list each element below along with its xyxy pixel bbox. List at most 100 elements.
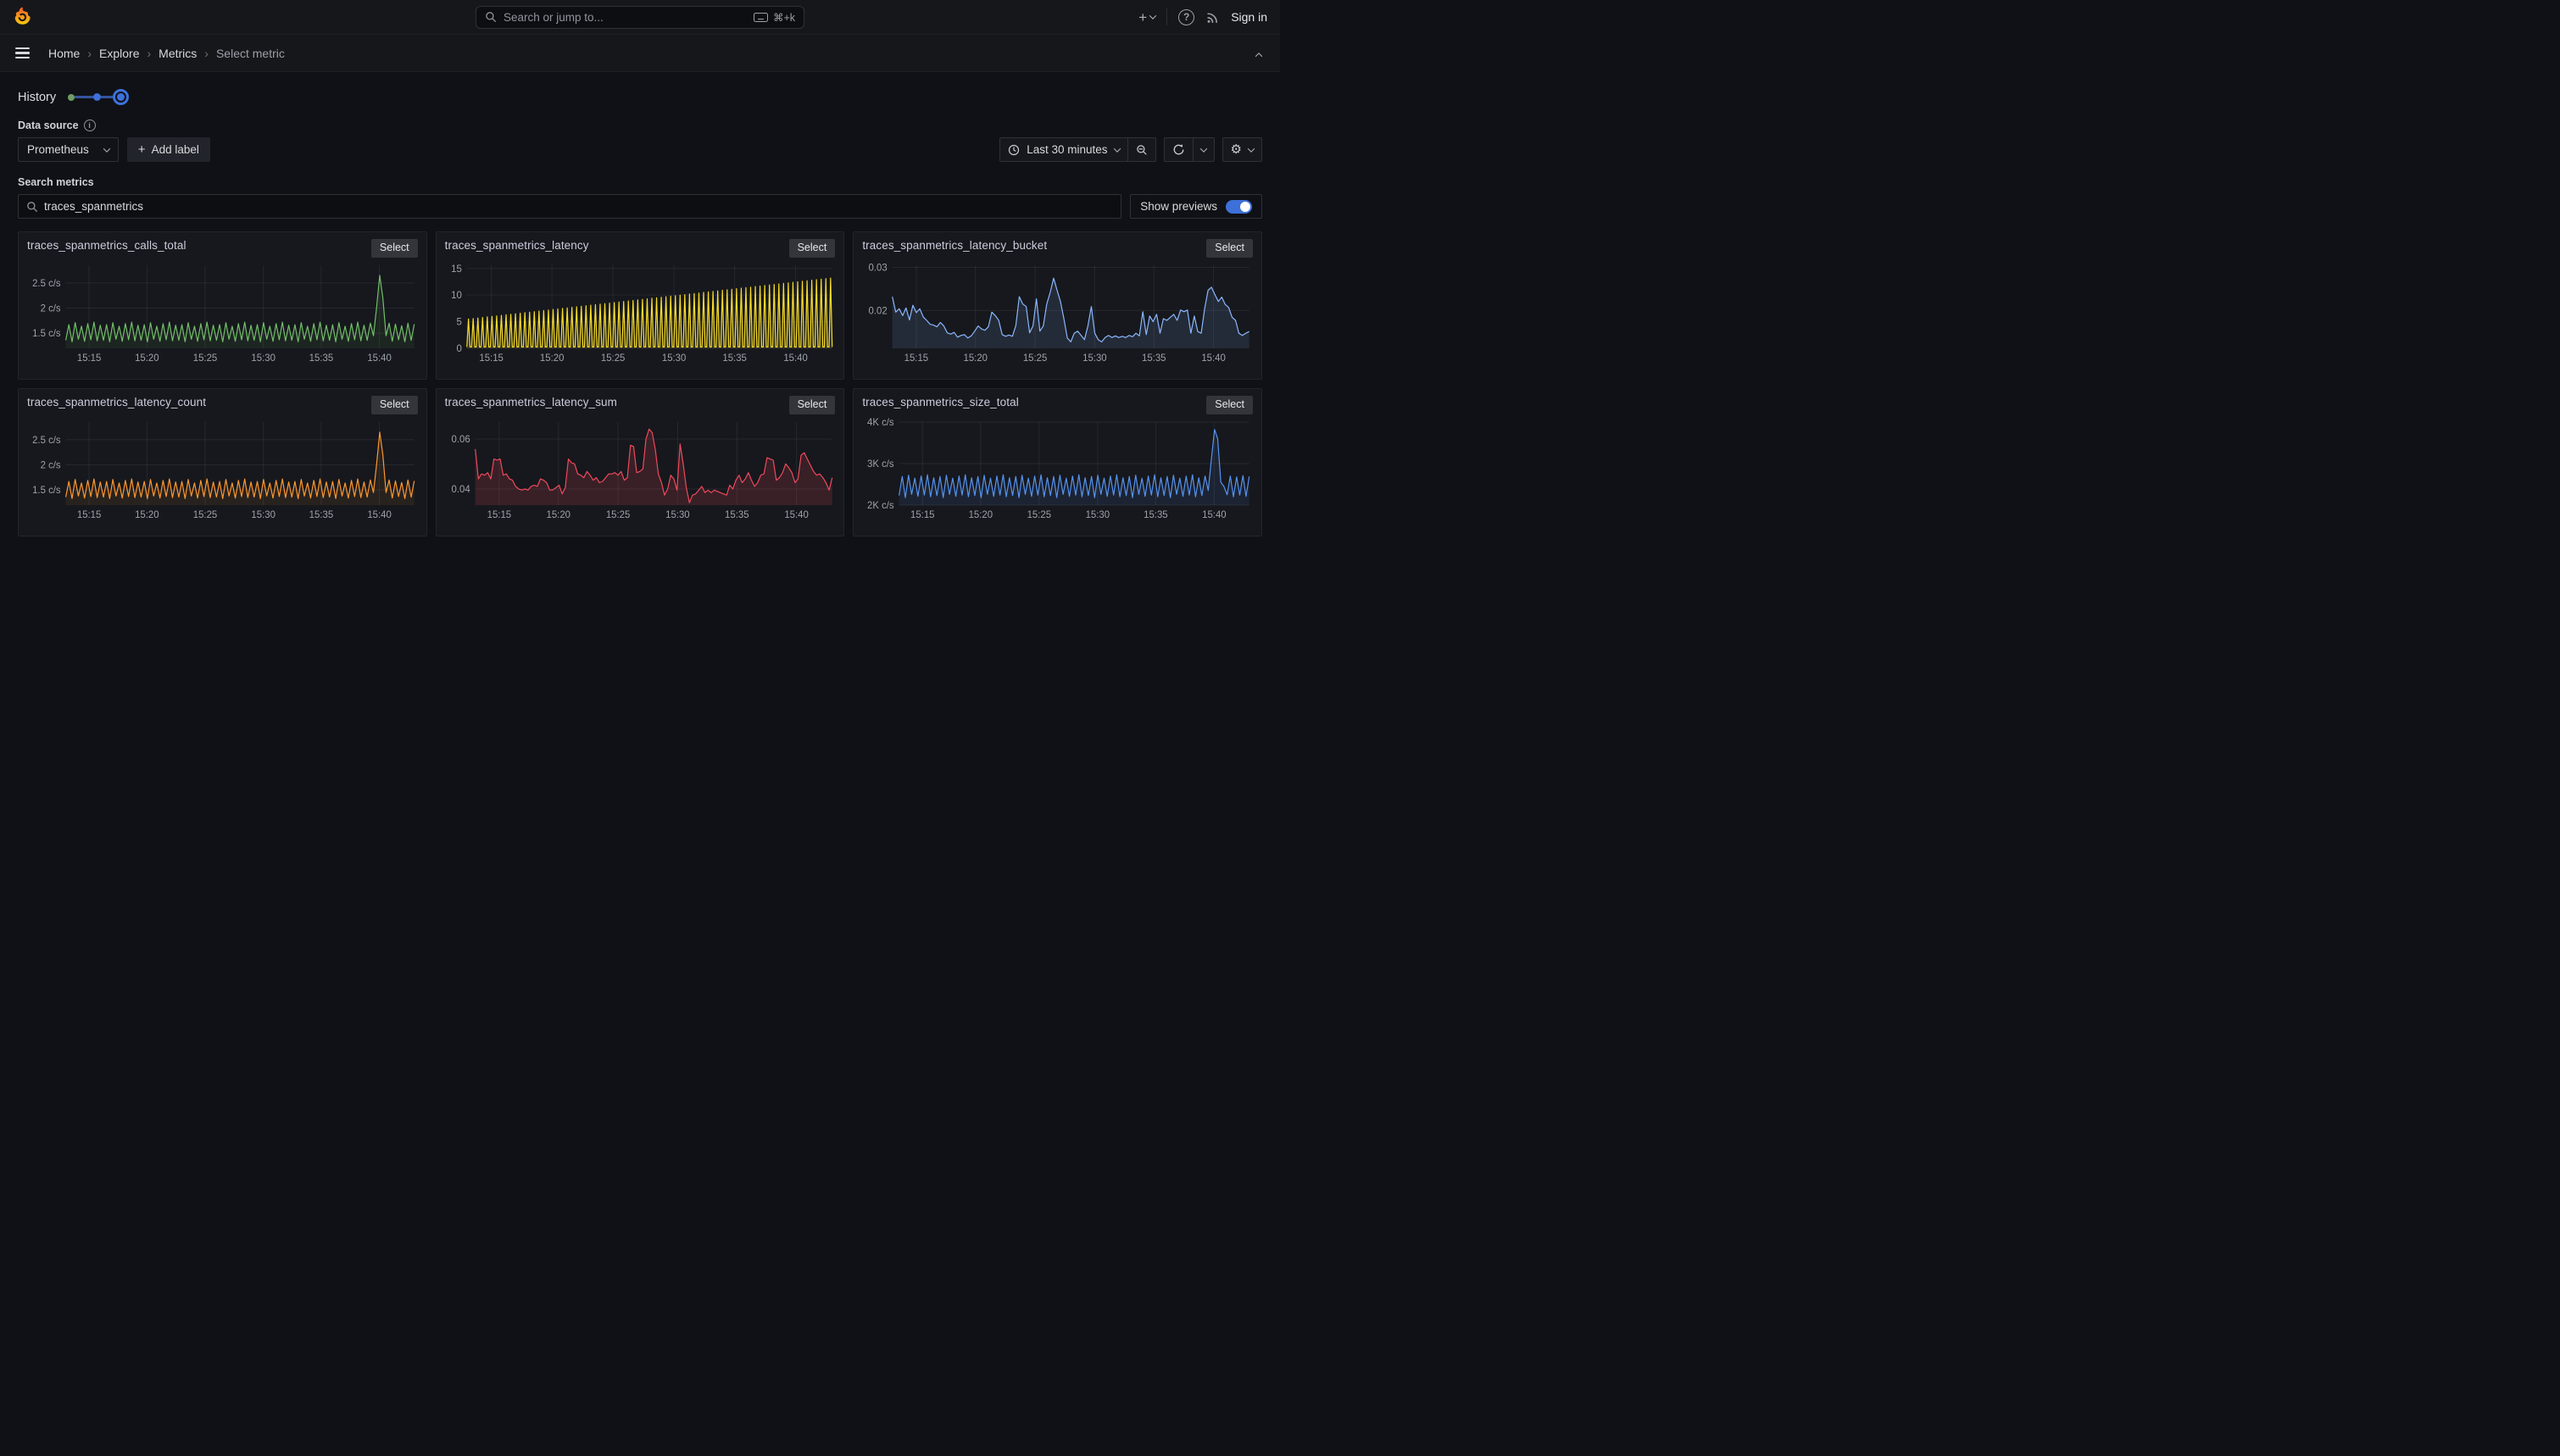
metric-panel: traces_spanmetrics_latency_sum Select 15…	[436, 388, 845, 536]
svg-text:15:15: 15:15	[904, 353, 928, 364]
plus-icon: +	[138, 143, 146, 156]
topbar: Search or jump to... ⌘+k + ? Sign in	[0, 0, 1280, 34]
rss-icon	[1205, 10, 1220, 25]
svg-text:15:35: 15:35	[722, 353, 746, 364]
svg-text:15:30: 15:30	[665, 510, 689, 520]
metric-panel: traces_spanmetrics_size_total Select 15:…	[853, 388, 1262, 536]
zoom-out-button[interactable]	[1128, 137, 1156, 162]
svg-text:15:35: 15:35	[725, 510, 749, 520]
panel-grid: traces_spanmetrics_calls_total Select 15…	[18, 231, 1262, 536]
breadcrumb-metrics[interactable]: Metrics	[159, 47, 197, 60]
metric-panel: traces_spanmetrics_latency Select 15:151…	[436, 231, 845, 380]
time-controls: Last 30 minutes	[999, 137, 1155, 162]
menu-toggle-icon[interactable]	[12, 44, 33, 63]
show-previews-toggle[interactable]	[1226, 200, 1252, 214]
select-button[interactable]: Select	[1206, 396, 1253, 414]
svg-text:0: 0	[456, 344, 461, 354]
svg-text:15:15: 15:15	[487, 510, 510, 520]
chevron-down-icon	[1113, 145, 1120, 152]
svg-text:15:20: 15:20	[540, 353, 564, 364]
svg-text:15:40: 15:40	[1202, 353, 1226, 364]
metric-preview-chart: 15:1515:2015:2515:3015:3515:401.5 c/s2 c…	[27, 260, 418, 370]
svg-text:15:15: 15:15	[479, 353, 503, 364]
svg-text:1.5 c/s: 1.5 c/s	[32, 486, 61, 496]
select-button[interactable]: Select	[371, 239, 418, 258]
select-button[interactable]: Select	[789, 239, 836, 258]
svg-text:0.02: 0.02	[869, 306, 888, 316]
svg-text:15:40: 15:40	[367, 510, 391, 520]
help-button[interactable]: ?	[1178, 9, 1194, 25]
info-icon[interactable]: i	[84, 119, 96, 131]
svg-text:2.5 c/s: 2.5 c/s	[32, 278, 61, 288]
svg-text:2K c/s: 2K c/s	[867, 501, 894, 511]
breadcrumb-home[interactable]: Home	[48, 47, 80, 60]
new-button[interactable]: +	[1138, 10, 1155, 25]
breadcrumb-explore[interactable]: Explore	[99, 47, 139, 60]
shortcut-hint: ⌘+k	[754, 11, 795, 24]
select-button[interactable]: Select	[1206, 239, 1253, 258]
add-label-button[interactable]: + Add label	[127, 137, 210, 162]
svg-text:15:40: 15:40	[367, 353, 391, 364]
plus-icon: +	[1138, 10, 1147, 25]
select-button[interactable]: Select	[371, 396, 418, 414]
metric-preview-chart: 15:1515:2015:2515:3015:3515:40051015	[445, 260, 836, 370]
history-row: History	[18, 89, 1262, 105]
svg-text:15:30: 15:30	[251, 353, 275, 364]
chevron-down-icon	[103, 145, 110, 152]
svg-text:15:40: 15:40	[784, 510, 808, 520]
grafana-logo[interactable]	[13, 6, 33, 28]
metric-preview-chart: 15:1515:2015:2515:3015:3515:402K c/s3K c…	[862, 417, 1253, 527]
svg-text:15:25: 15:25	[193, 353, 217, 364]
svg-text:1.5 c/s: 1.5 c/s	[32, 329, 61, 339]
svg-text:15:15: 15:15	[77, 510, 101, 520]
svg-text:15:40: 15:40	[1202, 510, 1226, 520]
svg-text:15:25: 15:25	[1023, 353, 1047, 364]
search-metrics-input[interactable]	[44, 200, 1113, 213]
divider	[1166, 8, 1167, 25]
panel-title: traces_spanmetrics_calls_total	[27, 239, 186, 252]
breadcrumb-current: Select metric	[216, 47, 285, 60]
global-search-bar[interactable]: Search or jump to... ⌘+k	[476, 6, 804, 29]
svg-text:10: 10	[451, 291, 462, 301]
svg-text:15:25: 15:25	[605, 510, 629, 520]
keyboard-icon	[754, 13, 768, 22]
svg-text:15:30: 15:30	[1086, 510, 1110, 520]
svg-text:15:35: 15:35	[309, 353, 333, 364]
svg-text:15:20: 15:20	[135, 510, 159, 520]
svg-text:15:30: 15:30	[251, 510, 275, 520]
news-button[interactable]	[1205, 10, 1220, 25]
svg-text:5: 5	[456, 317, 461, 327]
metric-panel: traces_spanmetrics_latency_bucket Select…	[853, 231, 1262, 380]
search-icon	[485, 11, 497, 23]
history-timeline[interactable]	[68, 89, 129, 105]
history-label: History	[18, 91, 56, 104]
show-previews-control: Show previews	[1130, 194, 1262, 219]
history-step-icon[interactable]	[93, 93, 101, 101]
history-current-step-icon[interactable]	[113, 89, 129, 105]
signin-button[interactable]: Sign in	[1231, 10, 1267, 24]
svg-text:2.5 c/s: 2.5 c/s	[32, 435, 61, 445]
svg-text:15:20: 15:20	[964, 353, 988, 364]
svg-text:15:40: 15:40	[783, 353, 807, 364]
select-button[interactable]: Select	[789, 396, 836, 414]
settings-button[interactable]: ⚙	[1222, 137, 1262, 162]
panel-title: traces_spanmetrics_latency_sum	[445, 396, 617, 408]
collapse-header-button[interactable]	[1253, 43, 1265, 64]
svg-text:15:25: 15:25	[601, 353, 625, 364]
refresh-button[interactable]	[1164, 137, 1194, 162]
breadcrumb: Home › Explore › Metrics › Select metric	[48, 47, 285, 60]
svg-text:15:20: 15:20	[546, 510, 570, 520]
svg-text:15:30: 15:30	[1082, 353, 1106, 364]
svg-text:15:20: 15:20	[135, 353, 159, 364]
metric-panel: traces_spanmetrics_latency_count Select …	[18, 388, 427, 536]
svg-text:15:35: 15:35	[309, 510, 333, 520]
datasource-select[interactable]: Prometheus	[18, 137, 119, 162]
metric-panel: traces_spanmetrics_calls_total Select 15…	[18, 231, 427, 380]
chevron-up-icon	[1255, 53, 1262, 59]
svg-text:15:25: 15:25	[1027, 510, 1051, 520]
history-step-icon[interactable]	[68, 94, 75, 101]
panel-title: traces_spanmetrics_size_total	[862, 396, 1018, 408]
show-previews-label: Show previews	[1140, 200, 1217, 213]
refresh-interval-dropdown[interactable]	[1194, 137, 1215, 162]
time-range-picker[interactable]: Last 30 minutes	[999, 137, 1127, 162]
